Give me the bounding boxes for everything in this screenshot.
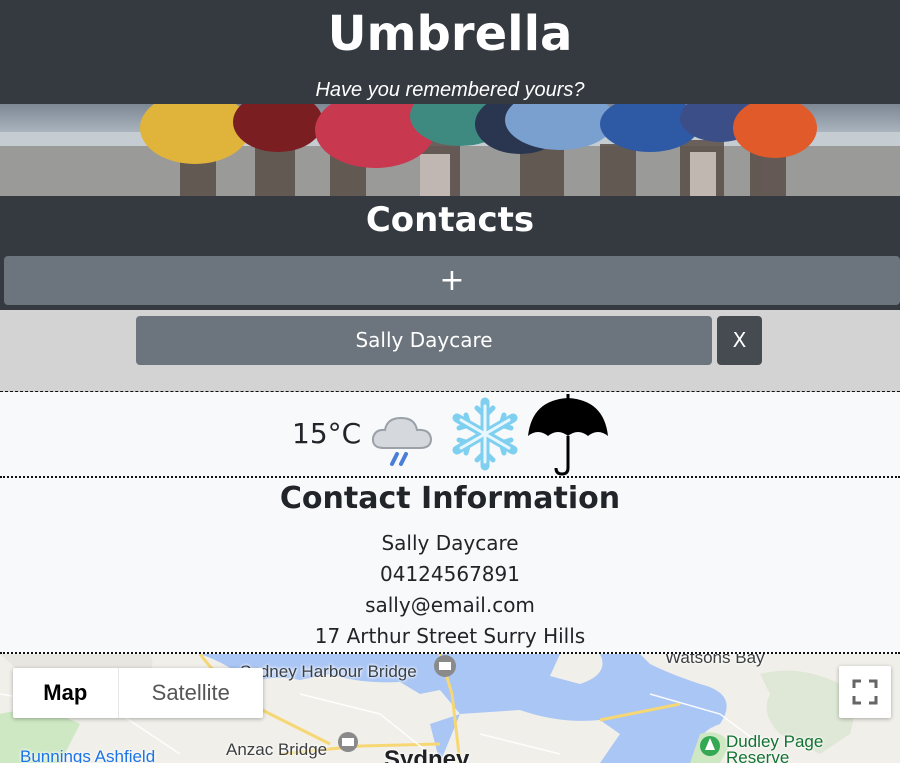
- app-title: Umbrella: [327, 6, 573, 62]
- contact-email: sally@email.com: [365, 593, 535, 617]
- contacts-heading: Contacts: [365, 200, 535, 240]
- map-label-dudley-page: Dudley Page Reserve: [726, 732, 824, 763]
- weather-panel: 15°C: [0, 392, 900, 478]
- contact-info-heading: Contact Information: [279, 481, 621, 516]
- rain-cloud-icon: [371, 416, 433, 466]
- map-tab-satellite[interactable]: Satellite: [119, 668, 263, 718]
- umbrella-banner-image: [0, 104, 900, 196]
- contact-phone: 04124567891: [380, 562, 520, 586]
- fullscreen-icon: [852, 679, 878, 705]
- contact-address: 17 Arthur Street Surry Hills: [314, 624, 586, 648]
- app-header: Umbrella Have you remembered yours?: [0, 0, 900, 104]
- contact-name: Sally Daycare: [381, 531, 519, 555]
- map-label-harbour-bridge: Sydney Harbour Bridge: [240, 662, 417, 681]
- app-tagline: Have you remembered yours?: [315, 79, 585, 101]
- map-label-bunnings: Bunnings Ashfield: [20, 747, 156, 763]
- contact-info-panel: Contact Information Sally Daycare 041245…: [0, 478, 900, 654]
- snowflake-icon: [452, 397, 518, 471]
- contact-list-item: Sally Daycare X: [0, 310, 900, 392]
- map-type-toggle: Map Satellite: [13, 668, 263, 718]
- contact-select-button[interactable]: Sally Daycare: [136, 316, 712, 365]
- add-contact-button[interactable]: +: [4, 256, 900, 305]
- umbrella-icon: [528, 394, 608, 476]
- temperature-value: 15°C: [292, 417, 362, 450]
- map-label-watsons-bay: Watsons Bay: [665, 654, 765, 667]
- delete-contact-button[interactable]: X: [717, 316, 762, 365]
- map-label-sydney: Sydney: [384, 746, 470, 763]
- map-tab-map[interactable]: Map: [13, 668, 119, 718]
- map-label-anzac-bridge: Anzac Bridge: [226, 740, 328, 759]
- fullscreen-button[interactable]: [839, 666, 891, 718]
